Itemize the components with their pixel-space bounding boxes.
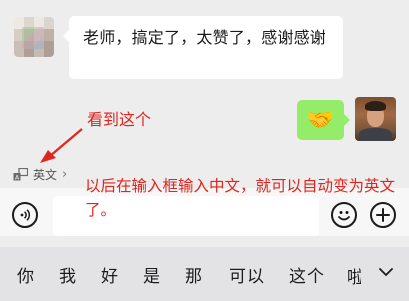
ime-candidate[interactable]: 你: [17, 262, 35, 287]
more-options-button[interactable]: [370, 202, 396, 228]
outgoing-message-bubble[interactable]: 🤝: [297, 100, 350, 140]
ime-candidate[interactable]: 那: [185, 262, 203, 287]
chevron-down-icon[interactable]: [378, 264, 394, 280]
ime-candidate[interactable]: 这个: [289, 262, 325, 287]
ime-candidate-bar: 你 我 好 是 那 可以 这个 啦: [0, 247, 409, 301]
ime-candidate[interactable]: 是: [143, 262, 161, 287]
voice-icon: [20, 209, 31, 221]
my-avatar[interactable]: [355, 97, 396, 141]
chat-area: 老师，搞定了，太赞了，感谢感谢 🤝 看到这个: [0, 0, 409, 158]
emoji-button[interactable]: [331, 202, 357, 228]
incoming-message-text: 老师，搞定了，太赞了，感谢感谢: [83, 28, 327, 47]
translate-language-label: 英文: [33, 168, 58, 182]
smiley-icon: [338, 211, 350, 221]
chevron-right-icon: ›: [62, 167, 68, 182]
handshake-emoji: 🤝: [306, 107, 335, 133]
ime-candidate-partial[interactable]: 啦: [347, 263, 361, 288]
translate-language-toggle[interactable]: A 英文 ›: [13, 166, 67, 183]
plus-icon: [376, 208, 390, 222]
translate-icon: A: [13, 168, 28, 181]
ime-candidate[interactable]: 我: [59, 262, 77, 287]
contact-avatar[interactable]: [14, 17, 54, 57]
annotation-top-note: 看到这个: [87, 110, 152, 129]
ime-candidate[interactable]: 好: [101, 262, 119, 287]
incoming-message-bubble[interactable]: 老师，搞定了，太赞了，感谢感谢: [63, 16, 343, 79]
ime-candidate[interactable]: 可以: [229, 262, 265, 287]
annotation-bottom-note: 以后在输入框输入中文，就可以自动变为英文了。: [85, 177, 396, 219]
voice-input-button[interactable]: [12, 202, 38, 228]
